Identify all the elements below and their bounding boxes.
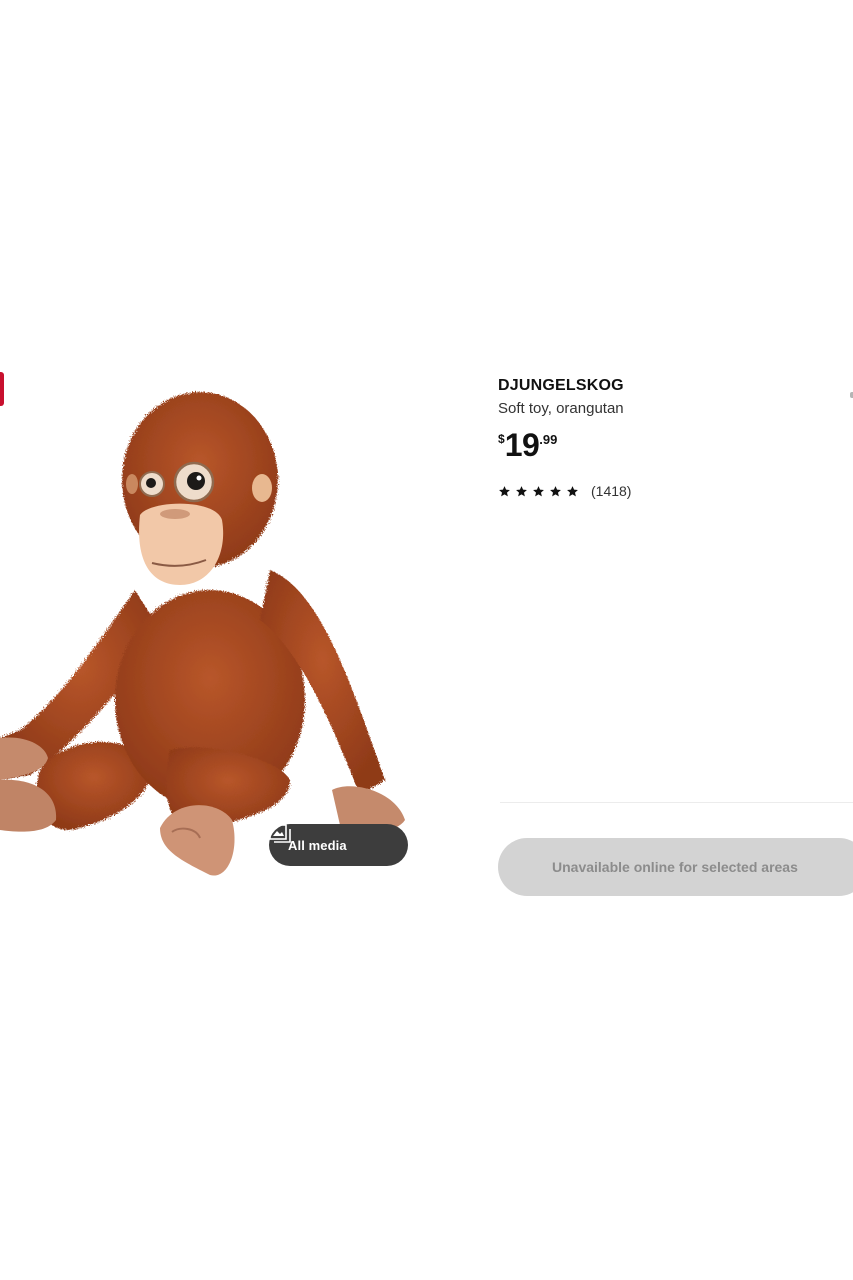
add-to-cart-button[interactable]: Unavailable online for selected areas (498, 838, 853, 896)
gallery-icon (269, 824, 291, 843)
product-name: DJUNGELSKOG (498, 377, 624, 394)
star-icon (533, 485, 544, 496)
star-icon (567, 485, 578, 496)
price-currency: $ (498, 432, 505, 446)
product-price: $ 19 .99 (498, 429, 848, 461)
star-icon (499, 485, 510, 496)
all-media-label: All media (288, 837, 347, 853)
star-icon (516, 485, 527, 496)
product-info: DJUNGELSKOG Soft toy, orangutan $ 19 .99… (498, 376, 848, 499)
orangutan-illustration (0, 392, 405, 876)
product-image[interactable]: All media (0, 380, 420, 890)
price-decimals: .99 (539, 432, 558, 447)
product-rating[interactable]: (1418) (498, 483, 848, 499)
review-count: (1418) (591, 483, 632, 499)
availability-label: Unavailable online for selected areas (552, 859, 798, 875)
price-integer: 19 (504, 427, 540, 463)
rating-stars (498, 485, 579, 498)
product-description: Soft toy, orangutan (498, 400, 624, 417)
all-media-button[interactable]: All media (269, 824, 408, 866)
divider (500, 802, 853, 803)
star-icon (550, 485, 561, 496)
